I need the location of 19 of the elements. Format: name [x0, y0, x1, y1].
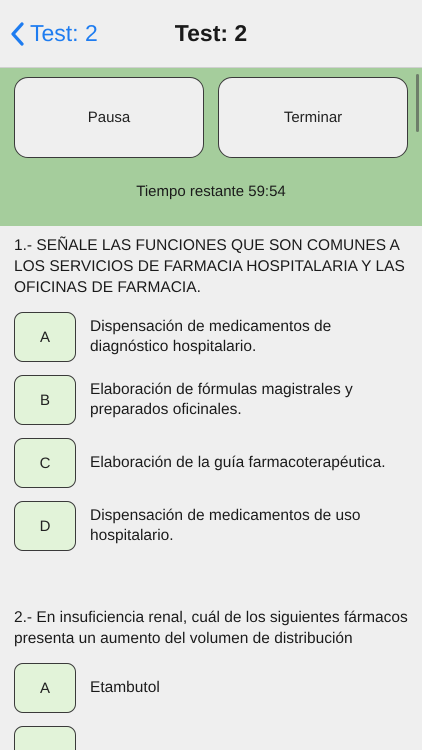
- action-button[interactable]: Terminar: [218, 77, 408, 158]
- answer-button[interactable]: A: [14, 312, 76, 362]
- scroll-indicator: [416, 74, 419, 132]
- answer-text: Elaboración de la guía farmacoterapéutica.: [90, 453, 386, 473]
- answer-text: Dispensación de medicamentos de uso hospitalario.: [90, 506, 362, 546]
- answer-button[interactable]: C: [14, 438, 76, 488]
- answer-text: Etambutol: [90, 678, 160, 698]
- answer-button[interactable]: A: [14, 663, 76, 713]
- answer-button[interactable]: B: [14, 375, 76, 425]
- answer-text: Elaboración de fórmulas magistrales y preparados oficinales.: [90, 380, 354, 420]
- back-chevron-icon: [10, 22, 24, 46]
- answer-text: Dispensación de medicamentos de diagnóstico hospitalario.: [90, 317, 332, 357]
- back-button[interactable]: Test: 2: [10, 20, 98, 47]
- action-button[interactable]: Pausa: [14, 77, 204, 158]
- answer-button[interactable]: D: [14, 501, 76, 551]
- question-text: 1.- SEÑALE LAS FUNCIONES QUE SON COMUNES A LOS SERVICIOS DE FARMACIA HOSPITALARIA Y LAS OFICINAS DE FARMACIA.: [14, 235, 406, 298]
- question-text: 2.- En insuficiencia renal, cuál de los siguientes fármacos presenta un aumento del volumen de distribución: [14, 608, 408, 649]
- time-remaining: Tiempo restante 59:54: [136, 183, 286, 200]
- page-title: Test: 2: [174, 20, 248, 46]
